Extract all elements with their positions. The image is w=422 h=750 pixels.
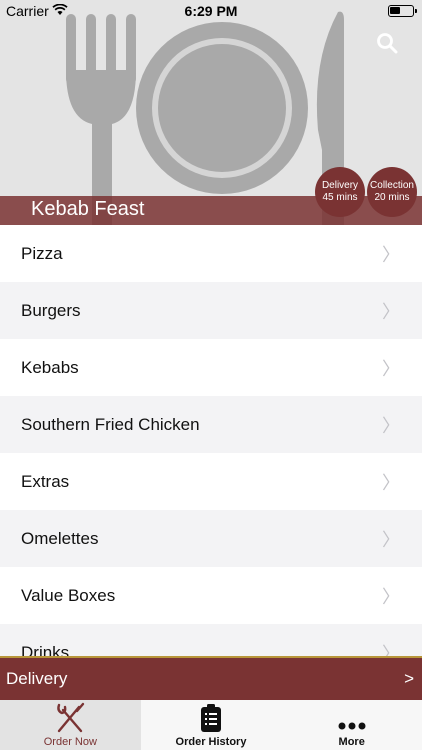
battery-icon [388, 5, 417, 17]
tab-bar: Order Now Order History More [0, 700, 422, 750]
delivery-badge-label: Delivery [321, 180, 359, 191]
category-label: Omelettes [21, 528, 99, 548]
fork-knife-icon [57, 702, 85, 733]
category-item-pizza[interactable]: Pizza 〉 [0, 225, 422, 282]
delivery-time-badge: Delivery 45 mins [315, 167, 365, 217]
category-item-burgers[interactable]: Burgers 〉 [0, 282, 422, 339]
chevron-right-icon: 〉 [382, 529, 400, 551]
clipboard-icon [201, 704, 221, 732]
status-bar: Carrier 6:29 PM [0, 0, 422, 22]
tab-label: More [338, 736, 365, 748]
category-item-southern-fried-chicken[interactable]: Southern Fried Chicken 〉 [0, 396, 422, 453]
tab-more[interactable]: More [281, 700, 422, 750]
category-label: Value Boxes [21, 585, 116, 605]
chevron-right-icon: 〉 [382, 415, 400, 437]
restaurant-name: Kebab Feast [31, 198, 145, 220]
category-label: Burgers [21, 300, 81, 320]
chevron-right-icon: 〉 [382, 244, 400, 266]
collection-badge-label: Collection [370, 180, 414, 191]
tab-label: Order History [175, 736, 247, 748]
chevron-right-icon: 〉 [382, 643, 400, 658]
tab-order-history[interactable]: Order History [141, 700, 282, 750]
chevron-right-icon: 〉 [382, 586, 400, 608]
delivery-badge-time: 45 mins [322, 192, 358, 203]
search-icon[interactable] [376, 32, 398, 54]
order-type-bar[interactable]: Delivery > [0, 656, 422, 700]
category-label: Kebabs [21, 357, 79, 377]
category-label: Southern Fried Chicken [21, 414, 200, 434]
tab-order-now[interactable]: Order Now [0, 700, 141, 750]
order-type-label: Delivery [6, 669, 68, 688]
category-list: Pizza 〉 Burgers 〉 Kebabs 〉 Southern Frie… [0, 225, 422, 657]
chevron-right-icon: 〉 [382, 472, 400, 494]
category-label: Drinks [21, 642, 70, 658]
category-item-kebabs[interactable]: Kebabs 〉 [0, 339, 422, 396]
order-type-arrow: > [404, 669, 414, 688]
collection-time-badge: Collection 20 mins [367, 167, 417, 217]
chevron-right-icon: 〉 [382, 358, 400, 380]
category-item-omelettes[interactable]: Omelettes 〉 [0, 510, 422, 567]
clock: 6:29 PM [184, 3, 238, 19]
category-item-value-boxes[interactable]: Value Boxes 〉 [0, 567, 422, 624]
category-item-drinks[interactable]: Drinks 〉 [0, 624, 422, 657]
chevron-right-icon: 〉 [382, 301, 400, 323]
category-label: Pizza [21, 243, 63, 263]
category-item-extras[interactable]: Extras 〉 [0, 453, 422, 510]
category-label: Extras [21, 471, 70, 491]
tab-label: Order Now [43, 736, 97, 748]
more-icon [338, 722, 366, 730]
collection-badge-time: 20 mins [374, 192, 410, 203]
